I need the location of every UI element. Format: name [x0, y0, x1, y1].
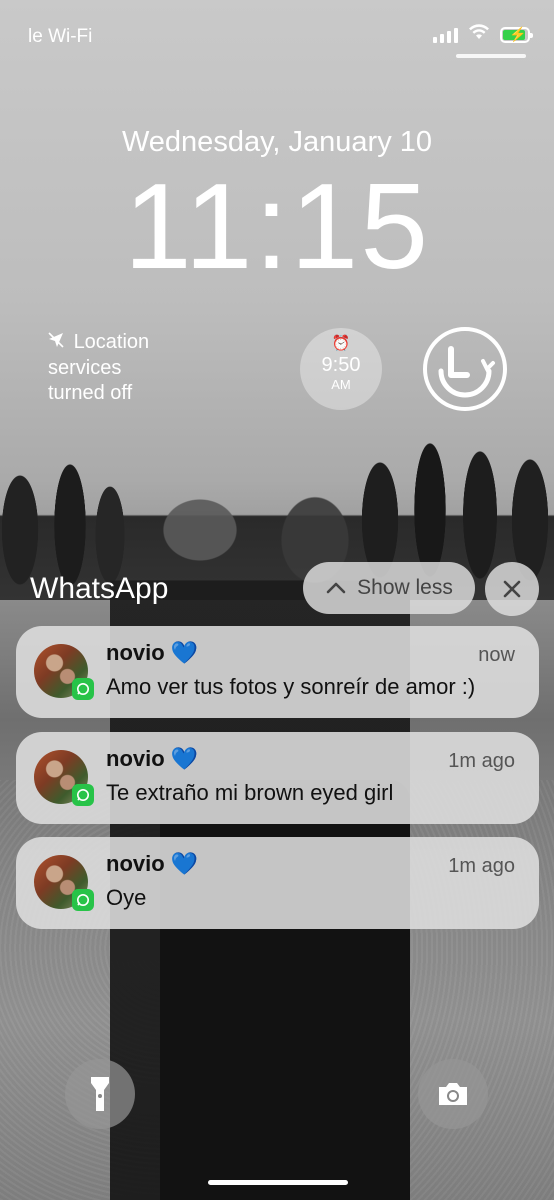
notification-card[interactable]: novio 💙 1m ago Oye — [16, 837, 539, 929]
location-line3: turned off — [48, 382, 133, 404]
close-icon — [503, 580, 521, 598]
notification-message: Te extraño mi brown eyed girl — [106, 780, 394, 805]
notification-sender: novio 💙 — [106, 640, 198, 666]
location-line2: services — [48, 357, 122, 379]
sender-name: novio — [106, 640, 165, 665]
notification-time: 1m ago — [448, 750, 515, 772]
notification-sender: novio 💙 — [106, 746, 198, 772]
camera-icon — [439, 1083, 467, 1105]
location-off-icon — [48, 331, 68, 356]
alarm-widget[interactable]: ⏰ 9:50 AM — [300, 328, 382, 410]
lock-screen: le Wi-Fi ⚡ Wednesday, January 10 11:15 L… — [0, 0, 554, 1200]
whatsapp-icon — [72, 678, 94, 700]
control-center-indicator — [456, 54, 526, 58]
notification-time: now — [478, 644, 515, 666]
show-less-button[interactable]: Show less — [303, 562, 475, 614]
location-widget[interactable]: Location services turned off — [48, 330, 149, 406]
notification-app-name: WhatsApp — [30, 572, 169, 605]
flashlight-button[interactable] — [65, 1059, 135, 1129]
wifi-icon — [468, 24, 490, 45]
notification-time: 1m ago — [448, 855, 515, 877]
clear-notifications-button[interactable] — [485, 562, 539, 616]
blue-heart-emoji: 💙 — [170, 746, 199, 771]
cellular-signal-icon — [433, 27, 458, 43]
location-line1: Location — [73, 331, 150, 353]
alarm-time: 9:50 — [321, 354, 361, 376]
blue-heart-emoji: 💙 — [170, 640, 199, 665]
whatsapp-icon — [72, 889, 94, 911]
status-icons: ⚡ — [433, 24, 533, 45]
notification-sender: novio 💙 — [106, 851, 198, 877]
battery-icon: ⚡ — [500, 26, 533, 43]
status-bar: le Wi-Fi ⚡ — [0, 0, 554, 70]
notification-card[interactable]: novio 💙 1m ago Te extraño mi brown eyed g… — [16, 732, 539, 824]
show-less-label: Show less — [357, 576, 453, 599]
lock-date: Wednesday, January 10 — [121, 126, 433, 158]
notification-card[interactable]: novio 💙 now Amo ver tus fotos y sonreír d… — [16, 626, 539, 718]
sender-name: novio — [106, 851, 165, 876]
whatsapp-icon — [72, 784, 94, 806]
notification-message: Amo ver tus fotos y sonreír de amor :) — [106, 674, 476, 699]
lock-time: 11:15 — [123, 158, 431, 294]
app-logo-icon — [438, 346, 495, 398]
carrier-label: le Wi-Fi — [28, 26, 93, 47]
home-indicator[interactable] — [208, 1180, 348, 1185]
sender-name: novio — [106, 746, 165, 771]
notification-message: Oye — [106, 885, 147, 910]
alarm-clock-icon: ⏰ — [331, 335, 351, 352]
flashlight-icon — [91, 1077, 109, 1111]
camera-button[interactable] — [418, 1059, 488, 1129]
alarm-period: AM — [331, 377, 351, 392]
notification-group-header: WhatsApp Show less — [0, 560, 554, 616]
chevron-up-icon — [326, 582, 346, 594]
blue-heart-emoji: 💙 — [170, 851, 199, 876]
app-widget[interactable] — [423, 327, 507, 411]
